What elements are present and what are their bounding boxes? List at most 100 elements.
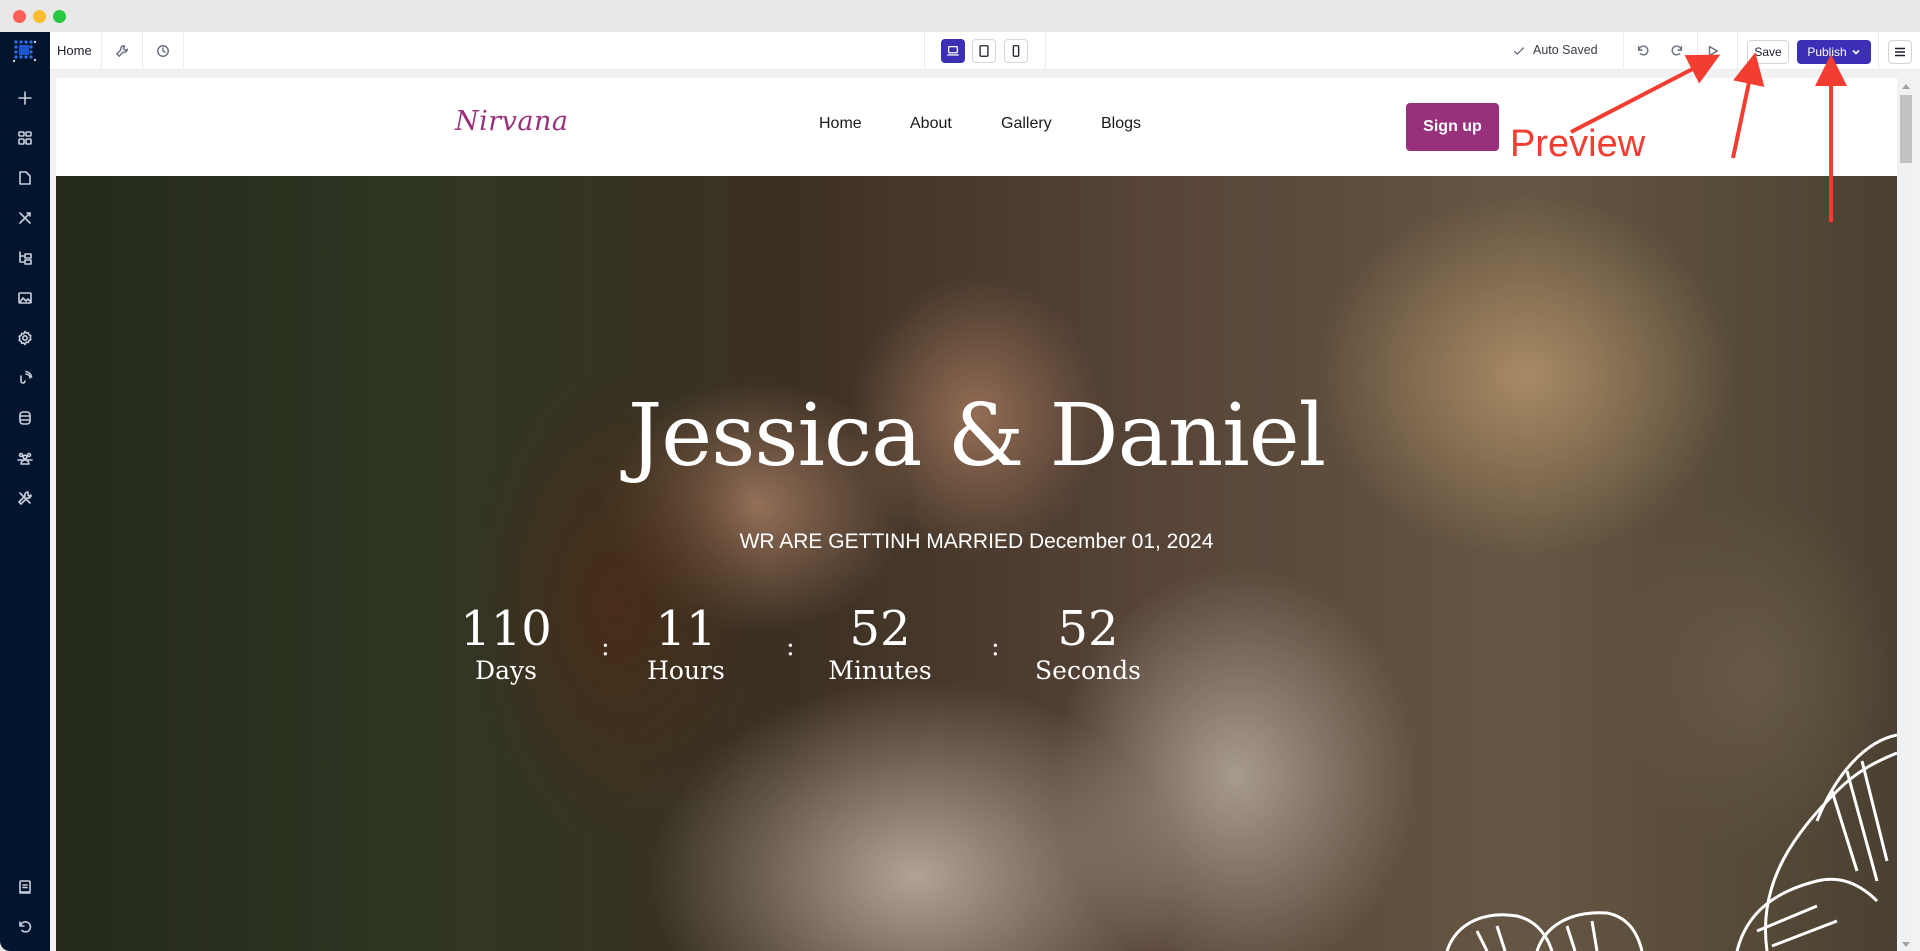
countdown-hours-value: 11 bbox=[655, 601, 717, 657]
left-sidebar bbox=[0, 32, 50, 951]
tree-icon bbox=[19, 251, 32, 265]
countdown-seconds: 52 Seconds bbox=[1018, 602, 1158, 686]
sidebar-item-members[interactable] bbox=[13, 446, 37, 470]
blocks-icon bbox=[18, 131, 32, 145]
countdown-days-label: Days bbox=[475, 656, 537, 685]
book-icon bbox=[19, 880, 31, 894]
scroll-up-arrow[interactable] bbox=[1902, 84, 1910, 89]
grid-logo-icon bbox=[13, 40, 37, 63]
pen-ruler-icon bbox=[19, 212, 31, 224]
countdown-minutes-value: 52 bbox=[849, 601, 911, 657]
play-icon bbox=[1708, 45, 1719, 57]
wrench-icon bbox=[116, 45, 128, 57]
countdown-days: 110 Days bbox=[436, 602, 576, 686]
sidebar-item-docs[interactable] bbox=[13, 875, 37, 899]
sidebar-item-add[interactable] bbox=[13, 86, 37, 110]
maximize-window-button[interactable] bbox=[53, 10, 66, 23]
sidebar-item-pages[interactable] bbox=[13, 166, 37, 190]
sidebar-item-structure[interactable] bbox=[13, 246, 37, 270]
site-brand-logo[interactable]: Nirvana bbox=[455, 106, 569, 137]
database-icon bbox=[19, 411, 31, 425]
countdown-minutes: 52 Minutes bbox=[810, 602, 950, 686]
toolbar-divider bbox=[1045, 32, 1046, 70]
plus-icon bbox=[18, 91, 32, 105]
canvas-scrollbar[interactable] bbox=[1898, 78, 1914, 951]
sidebar-item-settings[interactable] bbox=[13, 326, 37, 350]
toolbar-divider bbox=[1878, 32, 1879, 70]
countdown-separator: : bbox=[991, 632, 1000, 662]
countdown-days-value: 110 bbox=[460, 601, 552, 657]
toolbar-divider bbox=[142, 32, 143, 70]
laptop-icon bbox=[947, 45, 959, 56]
clock-icon bbox=[157, 45, 169, 57]
minimize-window-button[interactable] bbox=[33, 10, 46, 23]
sidebar-item-integrations[interactable] bbox=[13, 366, 37, 390]
publish-button[interactable]: Publish bbox=[1797, 40, 1871, 64]
nav-link-gallery[interactable]: Gallery bbox=[1001, 115, 1052, 133]
window-titlebar bbox=[0, 0, 1920, 32]
countdown-seconds-value: 52 bbox=[1057, 601, 1119, 657]
flower-outline-decoration bbox=[1445, 733, 1897, 951]
save-button[interactable]: Save bbox=[1747, 40, 1789, 64]
scroll-thumb[interactable] bbox=[1900, 95, 1912, 163]
sidebar-item-database[interactable] bbox=[13, 406, 37, 430]
sidebar-item-sections[interactable] bbox=[13, 126, 37, 150]
device-desktop-button[interactable] bbox=[941, 39, 965, 63]
users-icon bbox=[17, 452, 33, 465]
close-window-button[interactable] bbox=[13, 10, 26, 23]
editor-workspace: Nirvana Home About Gallery Blogs Sign up… bbox=[50, 70, 1920, 951]
toolbar-divider bbox=[1623, 32, 1624, 70]
page-icon bbox=[19, 171, 31, 185]
tools-icon bbox=[18, 491, 32, 505]
hero-section[interactable]: Jessica & Daniel WR ARE GETTINH MARRIED … bbox=[56, 176, 1897, 951]
toolbar-divider bbox=[924, 32, 925, 70]
device-mobile-button[interactable] bbox=[1004, 39, 1028, 63]
undo-button[interactable] bbox=[1633, 41, 1653, 61]
image-icon bbox=[18, 292, 32, 304]
hero-subtitle: WR ARE GETTINH MARRIED December 01, 2024 bbox=[739, 530, 1214, 553]
toolbar-divider bbox=[1697, 32, 1698, 70]
main-menu-button[interactable] bbox=[1888, 40, 1912, 64]
scroll-down-arrow[interactable] bbox=[1902, 942, 1910, 947]
auto-saved-check bbox=[1509, 41, 1529, 61]
toolbar-divider bbox=[101, 32, 102, 70]
chevron-down-icon bbox=[1852, 49, 1860, 55]
page-history-button[interactable] bbox=[153, 41, 173, 61]
current-page-name[interactable]: Home bbox=[57, 43, 92, 58]
nav-link-blogs[interactable]: Blogs bbox=[1101, 115, 1141, 133]
restore-icon bbox=[19, 921, 32, 933]
hamburger-icon bbox=[1895, 47, 1905, 57]
preview-button[interactable] bbox=[1703, 41, 1723, 61]
page-canvas[interactable]: Nirvana Home About Gallery Blogs Sign up… bbox=[56, 78, 1897, 951]
phone-icon bbox=[1012, 45, 1020, 57]
device-tablet-button[interactable] bbox=[972, 39, 996, 63]
redo-button[interactable] bbox=[1667, 41, 1687, 61]
signal-icon bbox=[20, 370, 33, 384]
save-status: Auto Saved bbox=[1533, 43, 1598, 57]
countdown-hours: 11 Hours bbox=[616, 602, 756, 686]
editor-toolbar: Home Auto Saved Save Publish bbox=[50, 32, 1920, 70]
hero-title: Jessica & Daniel bbox=[627, 386, 1326, 486]
tablet-icon bbox=[979, 45, 989, 57]
sidebar-item-history[interactable] bbox=[13, 915, 37, 939]
gear-icon bbox=[18, 330, 32, 346]
check-icon bbox=[1513, 47, 1525, 55]
sidebar-item-tools[interactable] bbox=[13, 486, 37, 510]
app-logo[interactable] bbox=[0, 32, 50, 70]
undo-icon bbox=[1637, 45, 1649, 56]
page-settings-button[interactable] bbox=[112, 41, 132, 61]
site-header[interactable]: Nirvana Home About Gallery Blogs Sign up bbox=[56, 78, 1897, 176]
sidebar-item-design[interactable] bbox=[13, 206, 37, 230]
nav-link-home[interactable]: Home bbox=[819, 115, 862, 133]
countdown-minutes-label: Minutes bbox=[828, 656, 932, 685]
sign-up-button[interactable]: Sign up bbox=[1406, 103, 1499, 151]
countdown-hours-label: Hours bbox=[647, 656, 725, 685]
nav-link-about[interactable]: About bbox=[910, 115, 952, 133]
countdown-separator: : bbox=[786, 632, 795, 662]
publish-label: Publish bbox=[1807, 45, 1847, 59]
redo-icon bbox=[1671, 45, 1683, 56]
countdown-seconds-label: Seconds bbox=[1035, 656, 1141, 685]
toolbar-divider bbox=[183, 32, 184, 70]
countdown-separator: : bbox=[601, 632, 610, 662]
sidebar-item-media[interactable] bbox=[13, 286, 37, 310]
